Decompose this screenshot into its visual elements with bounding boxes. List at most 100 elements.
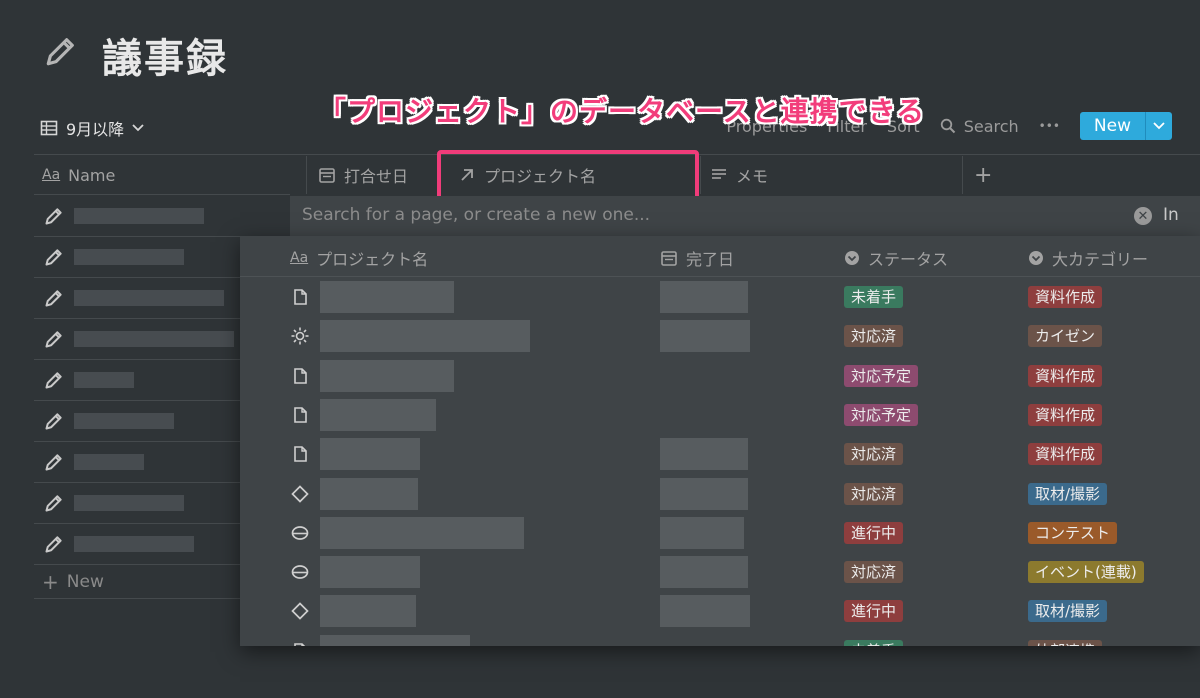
plus-icon: + xyxy=(42,570,59,594)
redacted-project-name xyxy=(320,516,524,549)
column-divider xyxy=(306,156,307,194)
popup-header-category[interactable]: 大カテゴリー xyxy=(1028,246,1148,270)
relation-popup: Aa プロジェクト名 完了日 ステータス 大カテゴリー 未着手 資料作成 対応済 カイ… xyxy=(240,236,1200,646)
redacted-project-name xyxy=(320,595,416,628)
page-icon xyxy=(290,287,310,307)
new-button[interactable]: New xyxy=(1079,112,1172,140)
popup-header-label: 大カテゴリー xyxy=(1052,250,1149,269)
pencil-icon xyxy=(44,247,64,267)
text-lines-icon xyxy=(712,169,726,179)
search-button[interactable]: Search xyxy=(940,117,1019,136)
stack-icon xyxy=(290,523,310,543)
new-row-button[interactable]: + New xyxy=(42,570,104,594)
redacted-name xyxy=(74,208,204,224)
redacted-done-date xyxy=(660,320,750,353)
calendar-icon xyxy=(319,168,335,183)
popup-row[interactable]: 進行中 取材/撮影 xyxy=(240,591,1200,630)
redacted-project-name xyxy=(320,359,454,392)
redacted-project-name xyxy=(320,398,436,431)
popup-row[interactable]: 対応済 カイゼン xyxy=(240,316,1200,355)
view-name: 9月以降 xyxy=(66,120,125,139)
in-label: In xyxy=(1163,205,1179,225)
category-tag: カイゼン xyxy=(1028,325,1103,348)
redacted-project-name xyxy=(320,477,418,510)
stack-icon xyxy=(290,562,310,582)
redacted-name xyxy=(74,413,174,429)
column-header-name[interactable]: Aa Name xyxy=(42,156,115,194)
redacted-name xyxy=(74,290,224,306)
add-column-button[interactable]: + xyxy=(974,156,992,194)
redacted-name xyxy=(74,536,194,552)
popup-header-done[interactable]: 完了日 xyxy=(660,246,734,270)
new-row-label: New xyxy=(66,572,104,592)
search-icon xyxy=(940,118,955,134)
pencil-icon xyxy=(44,493,64,513)
annotation-highlight-box xyxy=(437,150,699,200)
popup-row[interactable]: 対応済 イベント(連載) xyxy=(240,552,1200,591)
new-button-label: New xyxy=(1093,116,1131,136)
chevron-down-icon xyxy=(1153,122,1165,130)
column-label: Name xyxy=(68,165,116,185)
redacted-project-name xyxy=(320,556,420,589)
category-tag: 取材/撮影 xyxy=(1028,600,1108,623)
relation-search-input[interactable]: Search for a page, or create a new one..… xyxy=(302,205,650,225)
status-tag: 対応済 xyxy=(844,325,904,348)
table-row[interactable] xyxy=(34,196,290,236)
annotation-text: 「プロジェクト」のデータベースと連携できる xyxy=(318,95,926,128)
popup-row[interactable]: 対応予定 資料作成 xyxy=(240,395,1200,434)
redacted-project-name xyxy=(320,320,530,353)
diamond-icon xyxy=(290,484,310,504)
chevron-down-icon xyxy=(132,124,144,132)
status-tag: 対応済 xyxy=(844,482,904,505)
status-tag: 対応済 xyxy=(844,443,904,466)
page-icon xyxy=(290,366,310,386)
redacted-done-date xyxy=(660,595,750,628)
category-tag: 取材/撮影 xyxy=(1028,482,1108,505)
redacted-name xyxy=(74,331,234,347)
text-type-icon: Aa xyxy=(42,167,61,183)
text-type-icon: Aa xyxy=(290,250,309,266)
redacted-name xyxy=(74,495,184,511)
popup-row[interactable]: 対応済 資料作成 xyxy=(240,434,1200,473)
redacted-project-name xyxy=(320,634,470,646)
column-header-memo[interactable]: メモ xyxy=(710,156,768,194)
redacted-done-date xyxy=(660,556,748,589)
popup-header-label: 完了日 xyxy=(686,250,735,269)
popup-row[interactable]: 対応予定 資料作成 xyxy=(240,356,1200,395)
category-tag: 資料作成 xyxy=(1028,364,1103,387)
sun-icon xyxy=(290,326,310,346)
new-dropdown-button[interactable] xyxy=(1145,112,1172,140)
pencil-icon xyxy=(44,411,64,431)
table-icon xyxy=(40,120,58,136)
column-label: 打合せ日 xyxy=(344,167,409,186)
column-header-meeting-date[interactable]: 打合せ日 xyxy=(318,156,408,194)
status-tag: 未着手 xyxy=(844,639,904,646)
more-button[interactable]: ••• xyxy=(1039,119,1060,133)
status-tag: 対応予定 xyxy=(844,403,919,426)
status-tag: 進行中 xyxy=(844,600,904,623)
popup-header-label: プロジェクト名 xyxy=(316,250,429,269)
popup-row[interactable]: 進行中 コンテスト xyxy=(240,513,1200,552)
status-tag: 未着手 xyxy=(844,286,904,308)
redacted-name xyxy=(74,454,144,470)
view-selector[interactable]: 9月以降 xyxy=(40,116,144,140)
redacted-done-date xyxy=(660,438,748,471)
pencil-icon xyxy=(44,452,64,472)
row-divider xyxy=(34,194,290,195)
search-label: Search xyxy=(963,116,1019,136)
status-tag: 対応済 xyxy=(844,561,904,584)
select-circle-icon xyxy=(1029,251,1043,265)
redacted-name xyxy=(74,249,184,265)
popup-row[interactable]: 対応済 取材/撮影 xyxy=(240,474,1200,513)
popup-row[interactable]: 未着手 外部連携 xyxy=(240,631,1200,646)
popup-header-status[interactable]: ステータス xyxy=(844,246,948,270)
pencil-icon xyxy=(44,534,64,554)
pencil-icon xyxy=(46,38,74,66)
popup-row[interactable]: 未着手 資料作成 xyxy=(240,277,1200,316)
popup-header-name[interactable]: Aa プロジェクト名 xyxy=(290,246,428,270)
column-divider xyxy=(700,156,701,194)
redacted-done-date xyxy=(660,516,744,549)
clear-icon[interactable]: ✕ xyxy=(1134,207,1152,225)
page-icon xyxy=(290,405,310,425)
category-tag: 資料作成 xyxy=(1028,286,1103,308)
